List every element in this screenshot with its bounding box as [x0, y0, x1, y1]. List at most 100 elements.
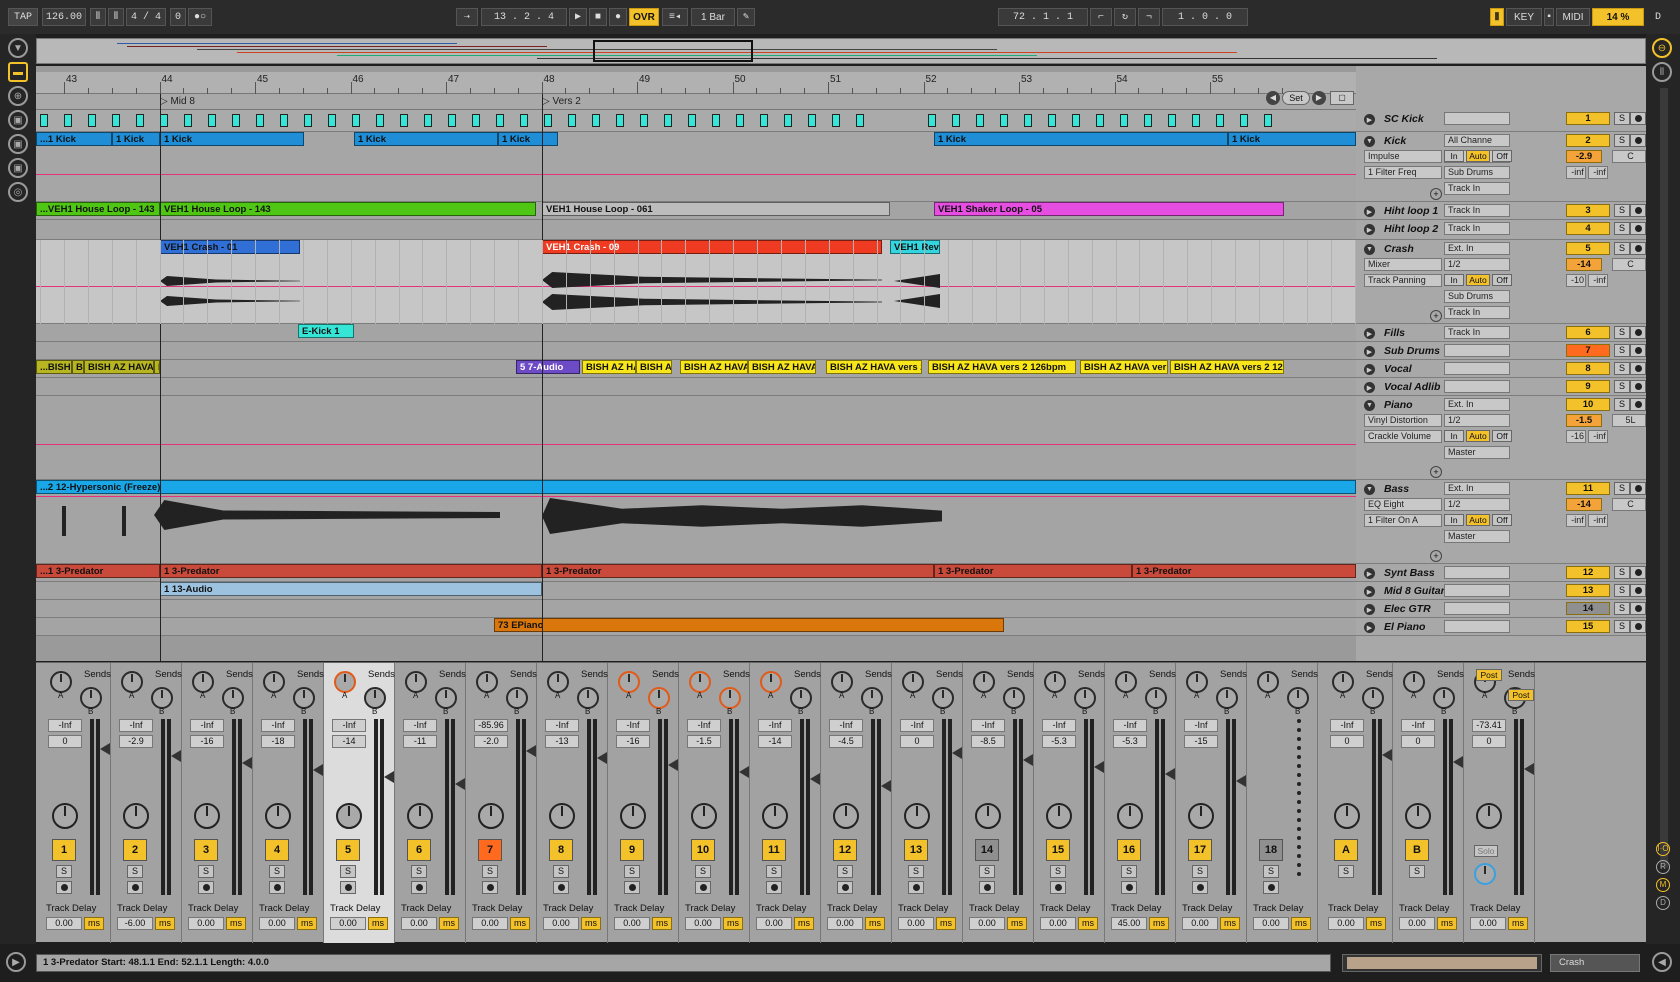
arm-button[interactable]: [1630, 326, 1646, 339]
send-b-knob[interactable]: [1362, 687, 1384, 709]
track-delay-field[interactable]: 0.00: [472, 917, 508, 930]
volume-fader[interactable]: [952, 747, 962, 759]
add-automation-lane-icon[interactable]: +: [1430, 550, 1442, 562]
track-delay-field[interactable]: 0.00: [898, 917, 934, 930]
output-type-select[interactable]: Master: [1444, 530, 1510, 543]
track-activator-button[interactable]: 11: [762, 839, 786, 861]
track-delay-field[interactable]: 0.00: [1328, 917, 1364, 930]
track-delay-field[interactable]: 0.00: [188, 917, 224, 930]
solo-button[interactable]: S: [553, 865, 569, 878]
send-a-knob[interactable]: [547, 671, 569, 693]
arm-button[interactable]: [979, 881, 995, 894]
track-delay-field[interactable]: 0.00: [1040, 917, 1076, 930]
solo-button[interactable]: S: [908, 865, 924, 878]
arm-button[interactable]: [695, 881, 711, 894]
track-delay-field[interactable]: 0.00: [969, 917, 1005, 930]
solo-button[interactable]: S: [1614, 584, 1630, 597]
monitor-auto-button[interactable]: Auto: [1466, 274, 1490, 286]
track-activator-button[interactable]: 4: [265, 839, 289, 861]
input-channel-select[interactable]: Track In: [1444, 204, 1510, 217]
track-delay-field[interactable]: 0.00: [543, 917, 579, 930]
send-b-knob[interactable]: [577, 687, 599, 709]
arm-button[interactable]: [127, 881, 143, 894]
track-number[interactable]: 12: [1566, 566, 1610, 579]
song-position-field[interactable]: 13 . 2 . 4: [481, 8, 567, 26]
track-number[interactable]: 10: [1566, 398, 1610, 411]
solo-button[interactable]: S: [766, 865, 782, 878]
delay-unit-button[interactable]: ms: [1291, 917, 1311, 930]
input-type-select[interactable]: [1444, 362, 1510, 375]
clip-el-piano[interactable]: 73 EPiano: [494, 618, 1004, 632]
arm-button[interactable]: [1192, 881, 1208, 894]
clip-vocal[interactable]: ...BISH: [36, 360, 72, 374]
send-a-knob[interactable]: [192, 671, 214, 693]
track-activator-button[interactable]: 1: [52, 839, 76, 861]
monitor-auto-button[interactable]: Auto: [1466, 150, 1490, 162]
arm-button[interactable]: [1630, 134, 1646, 147]
lane-sc-kick[interactable]: [36, 110, 1356, 132]
clip-vocal[interactable]: BISH AZ: [636, 360, 672, 374]
monitor-in-button[interactable]: In: [1444, 514, 1464, 526]
quantize-count-field[interactable]: 0: [170, 8, 186, 26]
volume-field[interactable]: -8.5: [971, 735, 1005, 748]
lane-sub-drums[interactable]: [36, 342, 1356, 360]
fold-closed-icon[interactable]: ▶: [1364, 224, 1375, 235]
volume-field[interactable]: -2.9: [1566, 150, 1602, 163]
track-number[interactable]: 7: [1566, 344, 1610, 357]
send-a-knob[interactable]: [1332, 671, 1354, 693]
send-a-knob[interactable]: [1044, 671, 1066, 693]
input-type-select[interactable]: Ext. In: [1444, 242, 1510, 255]
pan-knob[interactable]: [620, 803, 646, 829]
pan-field[interactable]: 5L: [1612, 414, 1646, 427]
track-delay-field[interactable]: 0.00: [1253, 917, 1289, 930]
volume-field[interactable]: -2.0: [474, 735, 508, 748]
add-automation-lane-icon[interactable]: +: [1430, 310, 1442, 322]
live-devices-icon[interactable]: ▬: [8, 62, 28, 82]
volume-field[interactable]: -13: [545, 735, 579, 748]
parameter-chooser[interactable]: Track Panning: [1364, 274, 1442, 287]
arrangement-overview[interactable]: [36, 38, 1646, 64]
delay-unit-button[interactable]: ms: [1007, 917, 1027, 930]
volume-fader[interactable]: [1165, 768, 1175, 780]
solo-button[interactable]: S: [198, 865, 214, 878]
clip-hiht-loop[interactable]: VEH1 House Loop - 143: [160, 202, 536, 216]
send-b-knob[interactable]: [1003, 687, 1025, 709]
volume-field[interactable]: 0: [1330, 735, 1364, 748]
lane-elec-gtr[interactable]: [36, 600, 1356, 618]
tap-button[interactable]: TAP: [8, 8, 38, 26]
monitor-in-button[interactable]: In: [1444, 274, 1464, 286]
pan-knob[interactable]: [762, 803, 788, 829]
input-type-select[interactable]: [1444, 584, 1510, 597]
track-number[interactable]: 4: [1566, 222, 1610, 235]
input-channel-select[interactable]: Track In: [1444, 222, 1510, 235]
send-a-knob[interactable]: [405, 671, 427, 693]
volume-field[interactable]: -14: [1566, 258, 1602, 271]
solo-button[interactable]: S: [1409, 865, 1425, 878]
solo-button[interactable]: S: [1614, 398, 1630, 411]
track-activator-button[interactable]: 2: [123, 839, 147, 861]
arm-button[interactable]: [1630, 398, 1646, 411]
add-automation-lane-icon[interactable]: +: [1430, 466, 1442, 478]
track-activator-button[interactable]: 14: [975, 839, 999, 861]
plugins-icon[interactable]: ⊕: [8, 86, 28, 106]
locator-lane[interactable]: ▷ Mid 8 ▷ Vers 2: [36, 94, 1356, 110]
solo-button[interactable]: S: [1121, 865, 1137, 878]
volume-field[interactable]: 0: [48, 735, 82, 748]
track-activator-button[interactable]: 12: [833, 839, 857, 861]
delay-unit-button[interactable]: ms: [297, 917, 317, 930]
pan-knob[interactable]: [52, 803, 78, 829]
mini-overview[interactable]: [1342, 954, 1542, 972]
fold-open-icon[interactable]: ▼: [1364, 244, 1375, 255]
volume-fader[interactable]: [455, 778, 465, 790]
send-a-knob[interactable]: [902, 671, 924, 693]
send-b-knob[interactable]: [364, 687, 386, 709]
track-number[interactable]: 15: [1566, 620, 1610, 633]
folder-icon[interactable]: ▣: [8, 134, 28, 154]
nudge-icon[interactable]: ⦀: [108, 8, 124, 26]
arrangement-view-icon[interactable]: ⊖: [1652, 38, 1672, 58]
send-a-knob[interactable]: [1257, 671, 1279, 693]
send-b-knob[interactable]: [506, 687, 528, 709]
track-delay-field[interactable]: 0.00: [756, 917, 792, 930]
solo-button[interactable]: S: [1614, 326, 1630, 339]
punch-out-icon[interactable]: ¬: [1138, 8, 1160, 26]
